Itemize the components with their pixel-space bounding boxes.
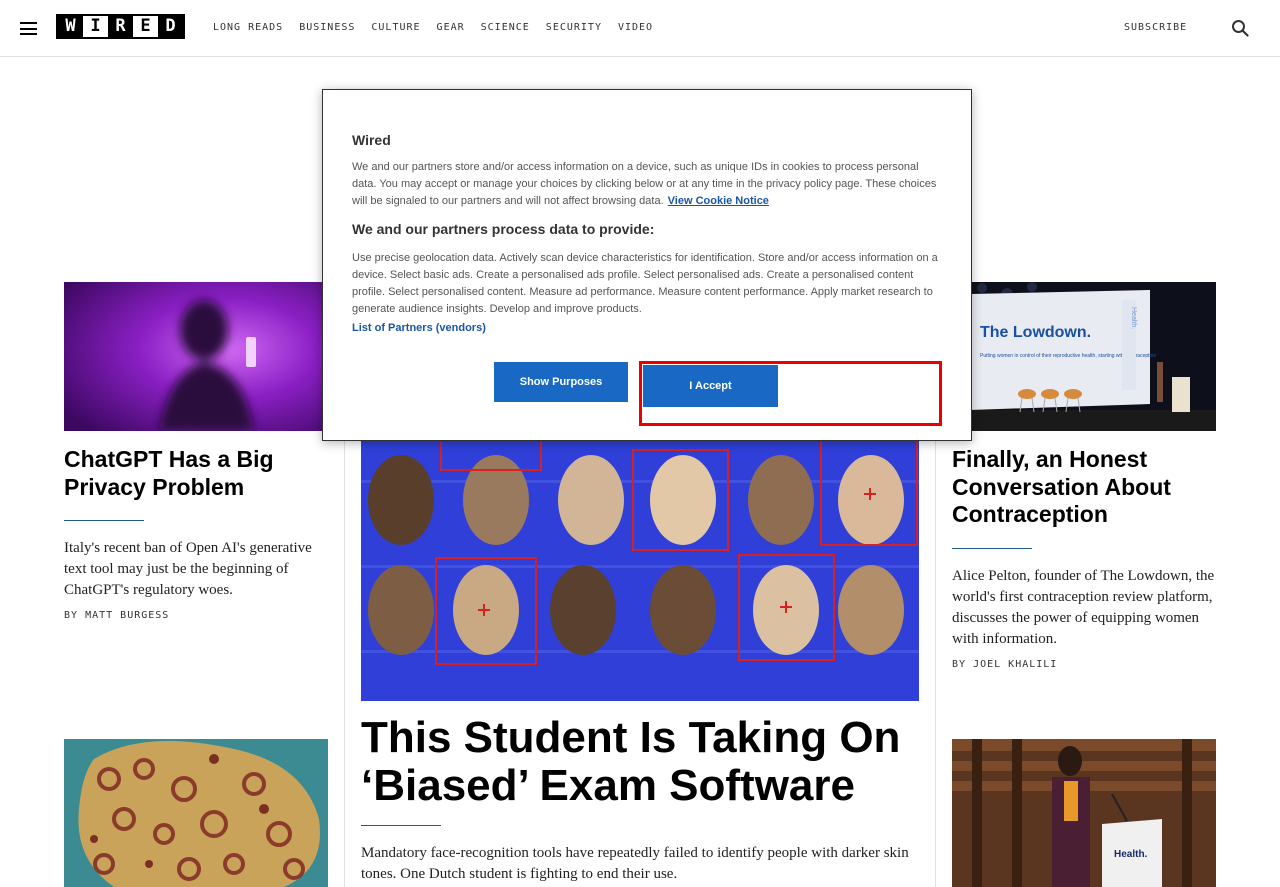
slide-title: The Lowdown. bbox=[980, 324, 1091, 341]
wired-logo[interactable]: W I R E D bbox=[56, 14, 185, 39]
logo-letter: D bbox=[158, 16, 183, 37]
byline-privacy: BY MATT BURGESS bbox=[64, 610, 169, 621]
hamburger-menu-icon[interactable] bbox=[20, 22, 37, 35]
divider-rule bbox=[361, 825, 441, 826]
dek-privacy: Italy's recent ban of Open AI's generati… bbox=[64, 540, 312, 598]
dialog-intro-text: We and our partners store and/or access … bbox=[352, 161, 937, 207]
list-of-partners-link[interactable]: List of Partners (vendors) bbox=[352, 322, 486, 334]
nav-gear[interactable]: GEAR bbox=[437, 22, 465, 33]
site-header: W I R E D LONG READS BUSINESS CULTURE GE… bbox=[0, 0, 1280, 57]
dek-contraception: Alice Pelton, founder of The Lowdown, th… bbox=[952, 568, 1215, 647]
logo-letter: W bbox=[58, 16, 83, 37]
nav-long-reads[interactable]: LONG READS bbox=[213, 22, 283, 33]
story-image-microscope[interactable] bbox=[64, 739, 328, 887]
headline-contraception[interactable]: Finally, an Honest Conversation About Co… bbox=[952, 446, 1216, 529]
accept-button[interactable]: I Accept bbox=[643, 365, 778, 407]
nav-video[interactable]: VIDEO bbox=[618, 22, 653, 33]
search-icon[interactable] bbox=[1231, 19, 1249, 37]
logo-letter: E bbox=[140, 16, 151, 36]
author-link[interactable]: JOEL KHALILI bbox=[973, 659, 1057, 670]
purposes-text: Use precise geolocation data. Actively s… bbox=[352, 252, 938, 315]
dek-exam-software: Mandatory face-recognition tools have re… bbox=[361, 845, 909, 882]
dialog-intro: We and our partners store and/or access … bbox=[352, 159, 944, 210]
story-image-faces[interactable] bbox=[361, 440, 919, 701]
author-link[interactable]: MATT BURGESS bbox=[85, 610, 169, 621]
view-cookie-notice-link[interactable]: View Cookie Notice bbox=[668, 195, 769, 207]
logo-letter: I bbox=[90, 16, 101, 36]
purposes-heading: We and our partners process data to prov… bbox=[352, 221, 655, 237]
byline-prefix: BY bbox=[64, 610, 79, 621]
slide-banner-text: Health. bbox=[1130, 307, 1137, 329]
headline-exam-software[interactable]: This Student Is Taking On ‘Biased’ Exam … bbox=[361, 714, 921, 810]
byline-prefix: BY bbox=[952, 659, 967, 670]
dialog-title: Wired bbox=[352, 132, 391, 148]
main-nav: LONG READS BUSINESS CULTURE GEAR SCIENCE… bbox=[213, 22, 653, 33]
logo-letter: R bbox=[108, 16, 133, 37]
divider-rule bbox=[64, 520, 144, 521]
nav-science[interactable]: SCIENCE bbox=[481, 22, 530, 33]
byline-contraception: BY JOEL KHALILI bbox=[952, 659, 1057, 670]
nav-culture[interactable]: CULTURE bbox=[371, 22, 420, 33]
story-image-privacy[interactable] bbox=[64, 282, 328, 431]
nav-business[interactable]: BUSINESS bbox=[299, 22, 355, 33]
show-purposes-button[interactable]: Show Purposes bbox=[494, 362, 628, 402]
subscribe-link[interactable]: SUBSCRIBE bbox=[1124, 22, 1187, 33]
cookie-consent-dialog: Wired We and our partners store and/or a… bbox=[322, 89, 972, 441]
headline-privacy[interactable]: ChatGPT Has a Big Privacy Problem bbox=[64, 446, 328, 501]
story-image-lowdown[interactable]: The Lowdown. Putting women in control of… bbox=[952, 282, 1216, 431]
nav-security[interactable]: SECURITY bbox=[546, 22, 602, 33]
story-image-speaker[interactable]: Health. bbox=[952, 739, 1216, 887]
podium-text: Health. bbox=[1114, 849, 1148, 860]
divider-rule bbox=[952, 548, 1032, 549]
